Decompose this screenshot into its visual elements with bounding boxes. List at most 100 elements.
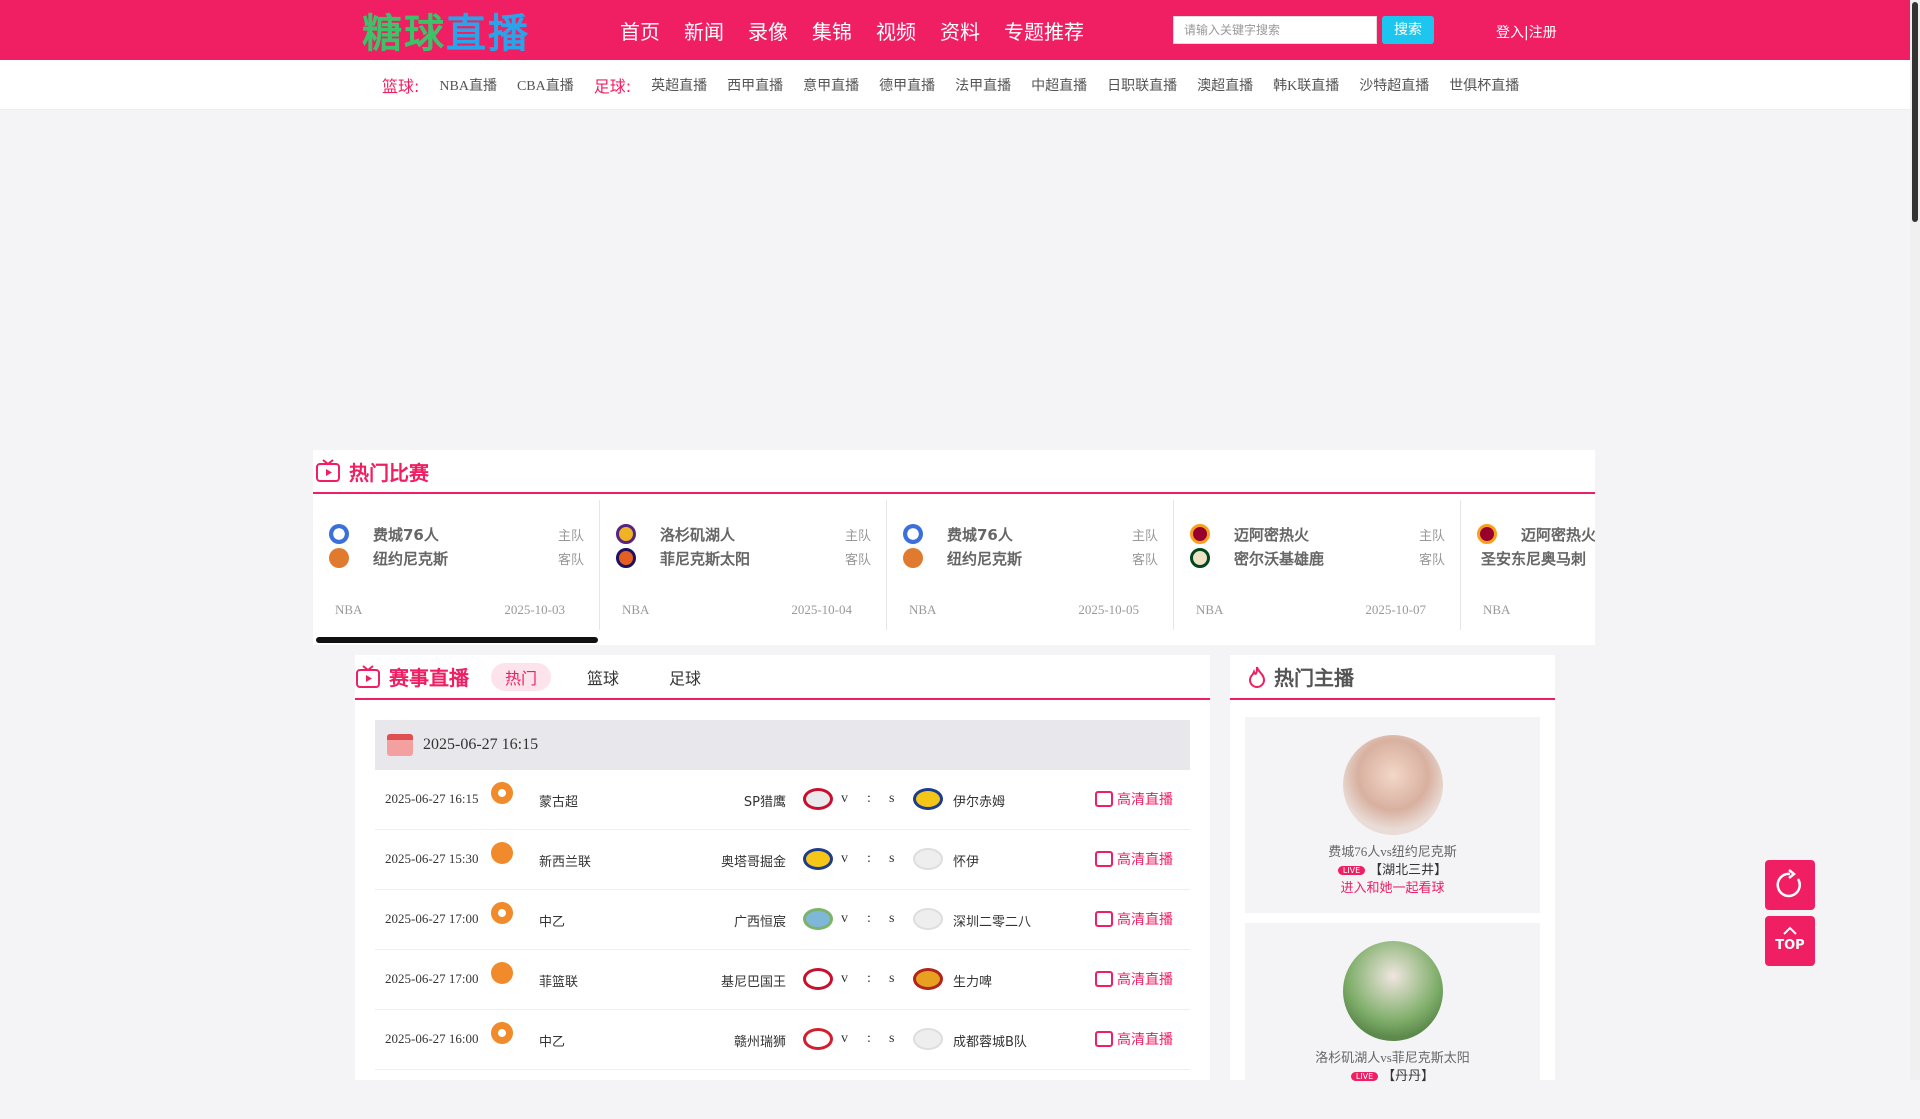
away-role-label: 客队	[1131, 552, 1158, 568]
subnav-link-laliga[interactable]: 西甲直播	[727, 75, 783, 95]
subnav-link-saudi[interactable]: 沙特超直播	[1359, 75, 1429, 95]
away-role-label: 客队	[1418, 552, 1445, 568]
tab-basketball[interactable]: 篮球	[573, 663, 633, 691]
subnav-link-seriea[interactable]: 意甲直播	[803, 75, 859, 95]
team-logo	[903, 524, 923, 544]
away-team-name: 深圳二零二八	[953, 915, 1032, 930]
anchor-match: 费城76人vs纽约尼克斯	[1328, 844, 1457, 859]
hd-live-link[interactable]: 高清直播	[1095, 969, 1173, 989]
match-date: 2025-10-04	[791, 602, 852, 617]
hot-match-card[interactable]: 费城76人 主队 纽约尼克斯 客队 NBA 2025-10-05	[887, 500, 1174, 630]
team-logo	[913, 788, 943, 810]
nav-news[interactable]: 新闻	[684, 16, 724, 45]
hd-live-link[interactable]: 高清直播	[1095, 849, 1173, 869]
league-name: 蒙古超	[539, 795, 579, 810]
hd-live-link[interactable]: 高清直播	[1095, 909, 1173, 929]
league-name: 新西兰联	[539, 855, 592, 870]
team-logo	[913, 908, 943, 930]
team-logo	[616, 548, 636, 568]
table-row[interactable]: 2025-06-27 15:30 新西兰联 奥塔哥掘金 v : s 怀伊 高清直…	[375, 830, 1190, 890]
subnav-link-kleague[interactable]: 韩K联直播	[1273, 75, 1339, 95]
table-row[interactable]: 2025-06-27 17:00 中乙 广西恒宸 v : s 深圳二零二八 高清…	[375, 890, 1190, 950]
site-logo[interactable]: 糖 球 直 播	[362, 6, 548, 57]
away-team-name: 伊尔赤姆	[953, 795, 1006, 810]
league-label: NBA	[1196, 602, 1224, 617]
nav-data[interactable]: 资料	[940, 16, 980, 45]
refresh-button[interactable]	[1765, 860, 1815, 910]
away-team-name: 怀伊	[953, 855, 980, 870]
basketball-icon	[491, 842, 513, 864]
carousel-scrollbar[interactable]	[316, 637, 598, 643]
hot-match-card[interactable]: 费城76人 主队 纽约尼克斯 客队 NBA 2025-10-03	[313, 500, 600, 630]
match-date: 2025-10-03	[504, 602, 565, 617]
subnav-link-ligue1[interactable]: 法甲直播	[955, 75, 1011, 95]
refresh-icon	[1776, 869, 1801, 898]
hot-match-card[interactable]: 洛杉矶湖人 主队 菲尼克斯太阳 客队 NBA 2025-10-04	[600, 500, 887, 630]
home-team-name: 洛杉矶湖人	[660, 525, 736, 544]
top-header: 糖 球 直 播 首页 新闻 录像 集锦 视频 资料 专题推荐 请输入关键字搜索 …	[0, 0, 1910, 60]
league-label: NBA	[909, 602, 937, 617]
nav-home[interactable]: 首页	[620, 16, 660, 45]
nav-replay[interactable]: 录像	[748, 16, 788, 45]
tab-football[interactable]: 足球	[655, 663, 715, 691]
team-logo	[329, 524, 349, 544]
league-label: NBA	[622, 602, 650, 617]
tv-icon	[1095, 911, 1113, 927]
subnav-link-cba[interactable]: CBA直播	[517, 75, 574, 95]
subnav-link-aleague[interactable]: 澳超直播	[1197, 75, 1253, 95]
back-to-top-button[interactable]: TOP	[1765, 916, 1815, 966]
live-badge: LIVE	[1337, 866, 1366, 875]
tab-hot[interactable]: 热门	[491, 662, 552, 691]
table-row[interactable]: 2025-06-27 17:00 菲篮联 基尼巴国王 v : s 生力啤 高清直…	[375, 950, 1190, 1010]
hot-anchors-panel: 热门主播 费城76人vs纽约尼克斯 LIVE 【湖北三井】 进入和她一起看球 洛杉…	[1230, 655, 1555, 1119]
avatar	[1343, 735, 1443, 835]
table-row[interactable]: 2025-06-27 16:00 中乙 赣州瑞狮 v : s 成都蓉城B队 高清…	[375, 1010, 1190, 1070]
match-date: 2025-10-07	[1365, 602, 1426, 617]
match-time: 2025-06-27 17:00	[385, 911, 479, 926]
search-button[interactable]: 搜索	[1382, 16, 1434, 44]
anchor-card[interactable]: 费城76人vs纽约尼克斯 LIVE 【湖北三井】 进入和她一起看球	[1245, 717, 1540, 913]
login-register-link[interactable]: 登入|注册	[1496, 22, 1557, 42]
score-separator: :	[867, 1031, 871, 1046]
league-name: 中乙	[539, 915, 566, 930]
subnav-link-nba[interactable]: NBA直播	[439, 75, 497, 95]
hd-live-link[interactable]: 高清直播	[1095, 789, 1173, 809]
basketball-category-label: 篮球:	[382, 77, 420, 96]
hot-anchors-title: 热门主播	[1274, 666, 1354, 690]
nav-specials[interactable]: 专题推荐	[1004, 16, 1084, 45]
score-separator: :	[867, 851, 871, 866]
vs-v: v	[841, 911, 848, 926]
live-matches-panel: 赛事直播 热门 篮球 足球 2025-06-27 16:15 2025-06-2…	[355, 655, 1210, 1080]
nav-video[interactable]: 视频	[876, 16, 916, 45]
subnav-link-clubwc[interactable]: 世俱杯直播	[1449, 75, 1519, 95]
table-row[interactable]: 2025-06-27 16:15 蒙古超 SP猎鹰 v : s 伊尔赤姆 高清直…	[375, 770, 1190, 830]
tv-icon	[316, 459, 340, 482]
hot-match-card[interactable]: 迈阿密热火 圣安东尼奥马刺 NBA	[1461, 500, 1595, 630]
subnav-link-jleague[interactable]: 日职联直播	[1107, 75, 1177, 95]
page-scrollbar[interactable]	[1910, 0, 1920, 1080]
subnav-link-csl[interactable]: 中超直播	[1031, 75, 1087, 95]
home-team-name: SP猎鹰	[743, 795, 786, 810]
match-time: 2025-06-27 16:15	[385, 791, 479, 806]
home-role-label: 主队	[844, 528, 871, 544]
search-input[interactable]: 请输入关键字搜索	[1173, 16, 1377, 44]
hot-match-card[interactable]: 迈阿密热火 主队 密尔沃基雄鹿 客队 NBA 2025-10-07	[1174, 500, 1461, 630]
hot-anchors-header: 热门主播	[1230, 655, 1555, 700]
join-link[interactable]: 进入和她一起看球	[1245, 877, 1540, 896]
top-label: TOP	[1775, 938, 1805, 953]
subnav-link-epl[interactable]: 英超直播	[651, 75, 707, 95]
match-time: 2025-06-27 16:00	[385, 1031, 479, 1046]
team-logo	[1190, 524, 1210, 544]
team-logo	[616, 524, 636, 544]
anchor-match: 洛杉矶湖人vs菲尼克斯太阳	[1315, 1050, 1470, 1065]
hd-live-link[interactable]: 高清直播	[1095, 1029, 1173, 1049]
away-team-name: 生力啤	[953, 975, 993, 990]
home-team-name: 费城76人	[373, 525, 439, 544]
away-role-label: 客队	[557, 552, 584, 568]
subnav-link-bundesliga[interactable]: 德甲直播	[879, 75, 935, 95]
anchor-card[interactable]: 洛杉矶湖人vs菲尼克斯太阳 LIVE 【丹丹】	[1245, 923, 1540, 1119]
scrollbar-thumb[interactable]	[1912, 2, 1918, 222]
calendar-icon	[387, 734, 413, 756]
vs-s: s	[889, 911, 895, 926]
nav-highlights[interactable]: 集锦	[812, 16, 852, 45]
